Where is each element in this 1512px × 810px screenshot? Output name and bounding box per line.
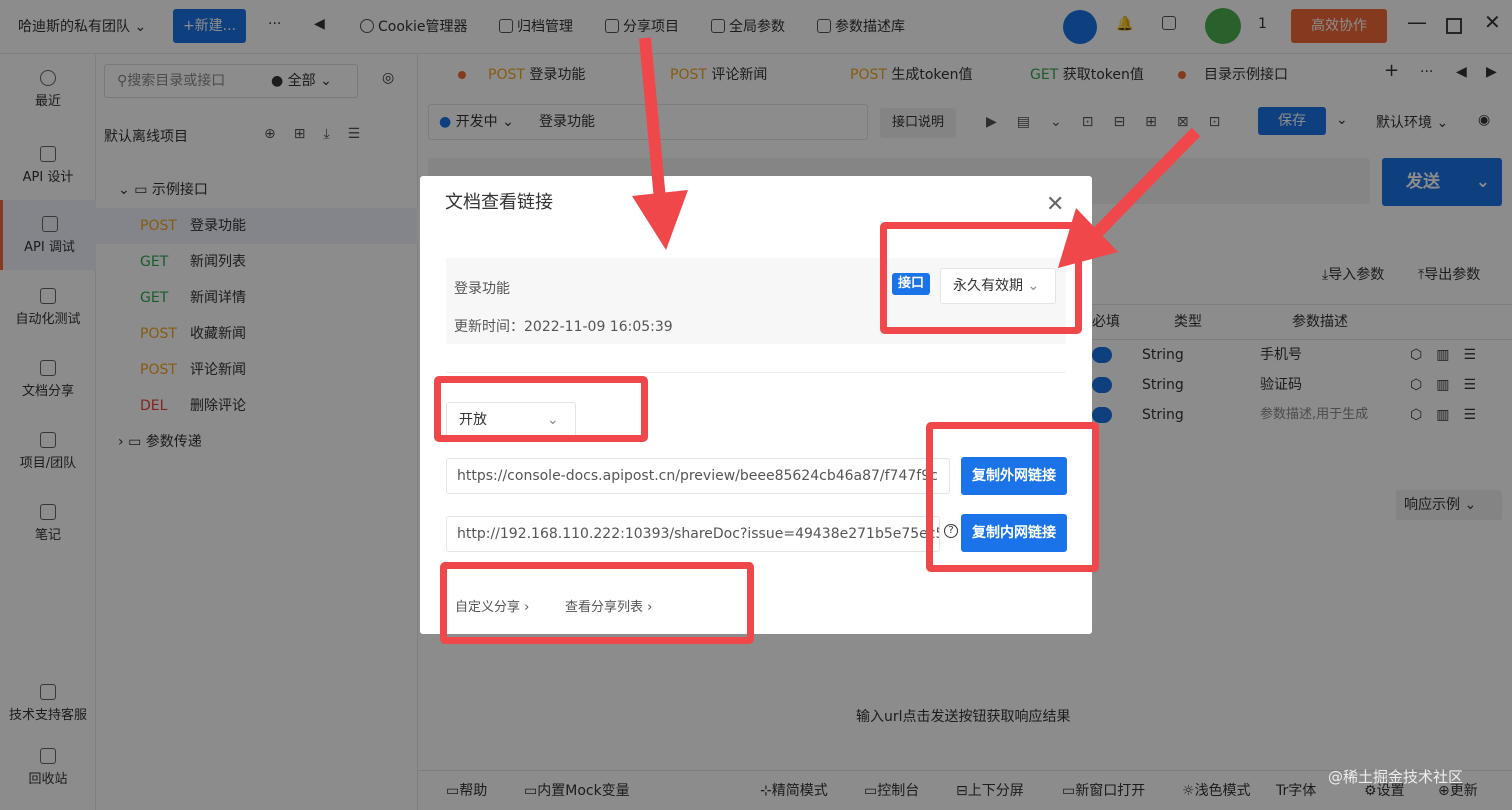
arrow-down-head <box>632 190 688 250</box>
watermark: @稀土掘金技术社区 <box>1328 768 1464 786</box>
annotation-arrows <box>632 37 1201 268</box>
arrow-diag-shaft <box>1093 127 1201 237</box>
arrow-down-shaft <box>639 37 666 201</box>
